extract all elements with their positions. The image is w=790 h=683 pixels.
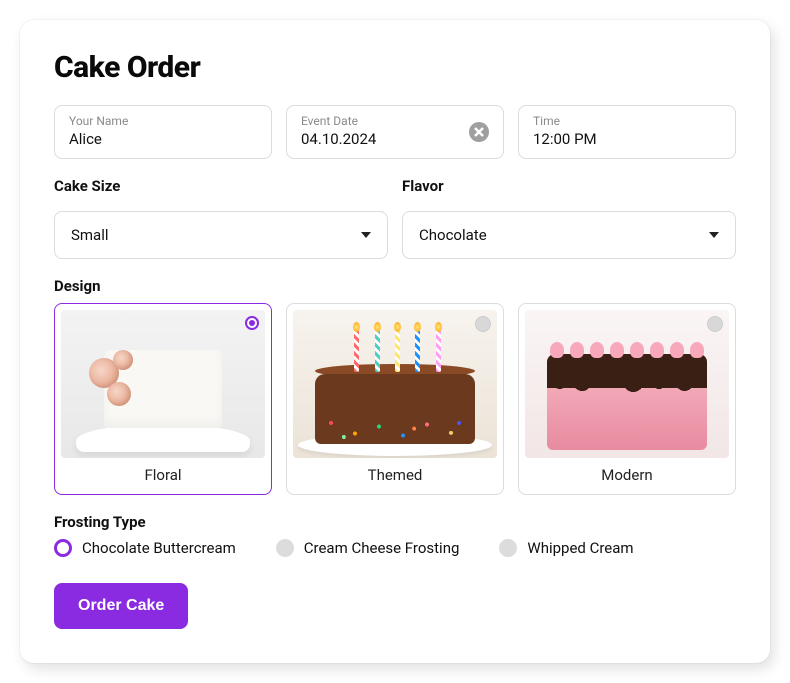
date-input[interactable]: [301, 130, 461, 150]
frosting-options-row: Chocolate Buttercream Cream Cheese Frost…: [54, 539, 736, 557]
design-section-label: Design: [54, 277, 736, 295]
time-input[interactable]: [533, 130, 721, 150]
size-section-label: Cake Size: [54, 177, 388, 195]
design-image-floral: [61, 310, 265, 458]
size-select[interactable]: Small: [54, 211, 388, 259]
fields-row: Your Name Event Date Time: [54, 105, 736, 159]
name-label: Your Name: [69, 114, 257, 128]
submit-order-button[interactable]: Order Cake: [54, 583, 188, 629]
frosting-option-label: Chocolate Buttercream: [82, 539, 236, 557]
design-option-floral[interactable]: Floral: [54, 303, 272, 495]
frosting-option-whipped-cream[interactable]: Whipped Cream: [499, 539, 633, 557]
frosting-section-label: Frosting Type: [54, 513, 736, 531]
size-selected-value: Small: [71, 226, 109, 244]
time-label: Time: [533, 114, 721, 128]
date-field[interactable]: Event Date: [286, 105, 504, 159]
design-image-modern: [525, 310, 729, 458]
name-input[interactable]: [69, 130, 257, 150]
page-title: Cake Order: [54, 50, 736, 85]
select-labels-row: Cake Size Flavor: [54, 177, 736, 203]
design-radio-unselected-icon: [707, 316, 723, 332]
order-form-card: Cake Order Your Name Event Date Time: [20, 20, 770, 663]
frosting-option-label: Cream Cheese Frosting: [304, 539, 460, 557]
frosting-option-label: Whipped Cream: [527, 539, 633, 557]
design-option-label: Themed: [368, 458, 423, 488]
radio-unselected-icon: [499, 539, 517, 557]
design-option-modern[interactable]: Modern: [518, 303, 736, 495]
selects-row: Small Chocolate: [54, 211, 736, 259]
chevron-down-icon: [709, 232, 719, 238]
date-label: Event Date: [301, 114, 461, 128]
design-radio-unselected-icon: [475, 316, 491, 332]
design-option-themed[interactable]: Themed: [286, 303, 504, 495]
frosting-option-chocolate-buttercream[interactable]: Chocolate Buttercream: [54, 539, 236, 557]
chevron-down-icon: [361, 232, 371, 238]
design-options-row: Floral Themed: [54, 303, 736, 495]
close-icon: [474, 127, 484, 137]
flavor-select[interactable]: Chocolate: [402, 211, 736, 259]
flavor-section-label: Flavor: [402, 177, 736, 195]
time-field[interactable]: Time: [518, 105, 736, 159]
design-image-themed: [293, 310, 497, 458]
frosting-option-cream-cheese[interactable]: Cream Cheese Frosting: [276, 539, 460, 557]
design-radio-selected-icon: [245, 316, 259, 330]
radio-unselected-icon: [276, 539, 294, 557]
radio-selected-icon: [54, 539, 72, 557]
design-option-label: Modern: [601, 458, 652, 488]
name-field[interactable]: Your Name: [54, 105, 272, 159]
clear-date-button[interactable]: [469, 122, 489, 142]
design-option-label: Floral: [144, 458, 181, 488]
flavor-selected-value: Chocolate: [419, 226, 487, 244]
